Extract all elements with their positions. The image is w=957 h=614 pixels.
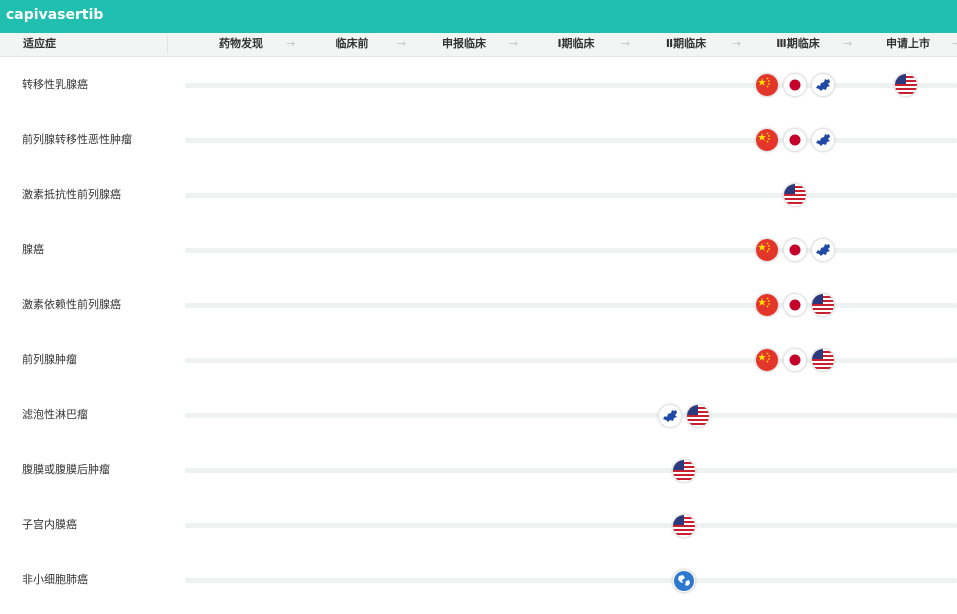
stage-header-nda: 申请上市 — [886, 37, 930, 50]
usa-flag-icon[interactable] — [672, 514, 696, 538]
progress-track — [185, 138, 957, 143]
progress-track — [185, 523, 957, 528]
japan-flag-icon[interactable] — [783, 128, 807, 152]
usa-flag-icon[interactable] — [783, 183, 807, 207]
stage-header-phase3: Ⅲ期临床 — [776, 37, 820, 50]
japan-flag-icon[interactable] — [783, 348, 807, 372]
stage-header-phase2: Ⅱ期临床 — [665, 37, 707, 50]
progress-track — [185, 413, 957, 418]
arrow-icon: → — [732, 37, 742, 50]
japan-flag-icon[interactable] — [783, 73, 807, 97]
progress-track — [185, 83, 957, 88]
indication-column-header: 适应症 — [23, 37, 56, 50]
indication-label[interactable]: 子宫内膜癌 — [22, 516, 77, 532]
progress-track — [185, 578, 957, 583]
globe-icon[interactable] — [672, 569, 696, 593]
eu-map-icon[interactable] — [658, 404, 682, 428]
indication-label[interactable]: 腺癌 — [22, 241, 44, 257]
pipeline-row: 激素依赖性前列腺癌 — [0, 277, 957, 332]
progress-track — [185, 468, 957, 473]
usa-flag-icon[interactable] — [811, 293, 835, 317]
arrow-icon: → — [286, 37, 296, 50]
indication-label[interactable]: 前列腺肿瘤 — [22, 351, 77, 367]
indication-label[interactable]: 滤泡性淋巴瘤 — [22, 406, 88, 422]
arrow-icon: → — [509, 37, 519, 50]
indication-label[interactable]: 转移性乳腺癌 — [22, 76, 88, 92]
pipeline-row: 前列腺转移性恶性肿瘤 — [0, 112, 957, 167]
pipeline-row: 转移性乳腺癌 — [0, 57, 957, 112]
usa-flag-icon[interactable] — [894, 73, 918, 97]
progress-track — [185, 303, 957, 308]
header-divider — [167, 36, 168, 53]
pipeline-row: 前列腺肿瘤 — [0, 332, 957, 387]
japan-flag-icon[interactable] — [783, 293, 807, 317]
indication-label[interactable]: 前列腺转移性恶性肿瘤 — [22, 131, 132, 147]
pipeline-row: 滤泡性淋巴瘤 — [0, 387, 957, 442]
progress-track — [185, 193, 957, 198]
stage-header-preclinical: 临床前 — [335, 37, 369, 50]
pipeline-row: 腹膜或腹膜后肿瘤 — [0, 442, 957, 497]
eu-map-icon[interactable] — [811, 73, 835, 97]
progress-track — [185, 358, 957, 363]
indication-label[interactable]: 激素依赖性前列腺癌 — [22, 296, 121, 312]
china-flag-icon[interactable] — [755, 238, 779, 262]
arrow-icon: → — [843, 37, 853, 50]
indication-label[interactable]: 激素抵抗性前列腺癌 — [22, 186, 121, 202]
pipeline-row: 子宫内膜癌 — [0, 497, 957, 552]
japan-flag-icon[interactable] — [783, 238, 807, 262]
arrow-icon: → — [952, 37, 957, 50]
usa-flag-icon[interactable] — [672, 459, 696, 483]
china-flag-icon[interactable] — [755, 73, 779, 97]
stage-header-phase1: Ⅰ期临床 — [557, 37, 595, 50]
pipeline-row: 腺癌 — [0, 222, 957, 277]
pipeline-row: 激素抵抗性前列腺癌 — [0, 167, 957, 222]
progress-track — [185, 248, 957, 253]
usa-flag-icon[interactable] — [811, 348, 835, 372]
indication-label[interactable]: 非小细胞肺癌 — [22, 571, 88, 587]
pipeline-row: 非小细胞肺癌 — [0, 552, 957, 607]
usa-flag-icon[interactable] — [686, 404, 710, 428]
pipeline-header: 适应症 药物发现 → 临床前 → 申报临床 → Ⅰ期临床 → Ⅱ期临床 → Ⅲ期… — [0, 33, 957, 57]
app-title-bar: capivasertib — [0, 0, 957, 33]
arrow-icon: → — [397, 37, 407, 50]
indication-label[interactable]: 腹膜或腹膜后肿瘤 — [22, 461, 110, 477]
china-flag-icon[interactable] — [755, 128, 779, 152]
eu-map-icon[interactable] — [811, 238, 835, 262]
china-flag-icon[interactable] — [755, 293, 779, 317]
china-flag-icon[interactable] — [755, 348, 779, 372]
app-title: capivasertib — [6, 7, 104, 23]
stage-header-discovery: 药物发现 — [219, 37, 263, 50]
eu-map-icon[interactable] — [811, 128, 835, 152]
stage-header-ind: 申报临床 — [442, 37, 486, 50]
arrow-icon: → — [621, 37, 631, 50]
